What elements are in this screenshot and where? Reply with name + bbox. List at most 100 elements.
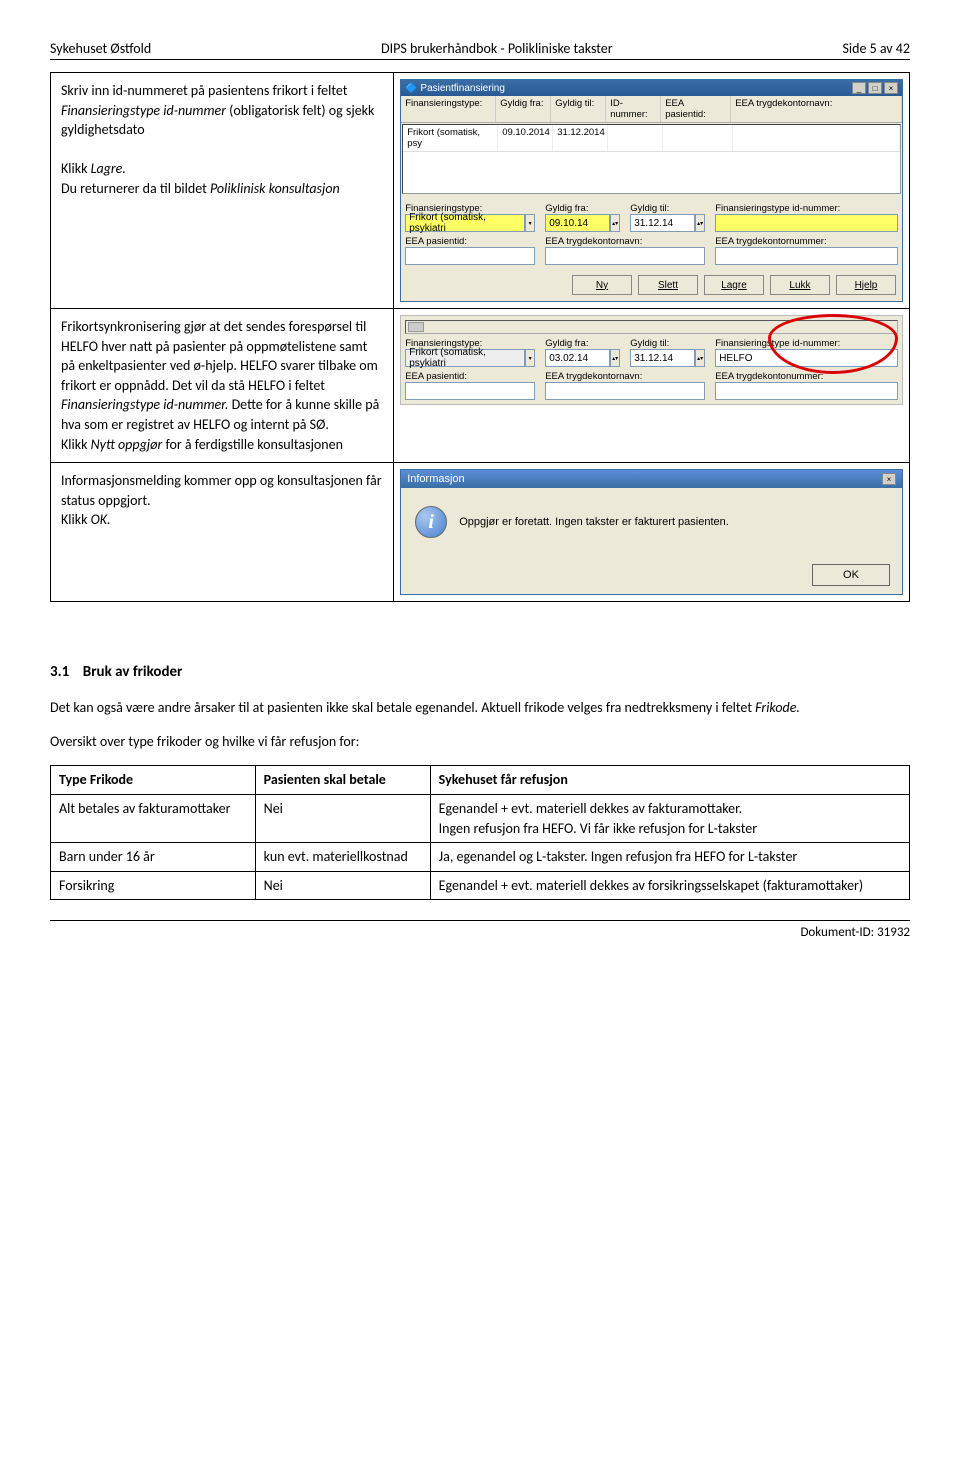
lagre-button[interactable]: Lagre: [704, 275, 764, 295]
input-finansieringstype[interactable]: Frikort (somatisk, psykiatri: [405, 214, 525, 232]
dropdown-icon[interactable]: ▾: [525, 349, 535, 367]
scrollbar-horizontal[interactable]: [405, 320, 898, 334]
col-header-refusjon: Sykehuset får refusjon: [430, 766, 909, 795]
text-italic: Nytt oppgjør: [91, 436, 163, 453]
input-eea-trygdekontornavn[interactable]: [545, 247, 705, 265]
label-eea-trygdekontornavn: EEA trygdekontornavn:: [545, 236, 705, 247]
screenshot-helfo-form: Finansieringstype: Frikort (somatisk, ps…: [400, 315, 903, 405]
section-paragraph-1: Det kan også være andre årsaker til at p…: [50, 698, 910, 718]
cell: Alt betales av fakturamottaker: [51, 794, 256, 842]
frikoder-table: Type Frikode Pasienten skal betale Sykeh…: [50, 765, 910, 900]
text-italic: Lagre.: [91, 160, 126, 177]
table-row: Alt betales av fakturamottaker Nei Egena…: [51, 794, 910, 842]
label-eea-pasientid: EEA pasientid:: [405, 236, 535, 247]
hjelp-button[interactable]: Hjelp: [836, 275, 896, 295]
header-right: Side 5 av 42: [842, 40, 910, 57]
text: for å ferdigstille konsultasjonen: [162, 436, 343, 453]
slett-button[interactable]: Slett: [638, 275, 698, 295]
cell: [663, 125, 733, 151]
label-eea-pasientid: EEA pasientid:: [405, 371, 535, 382]
cell: 31.12.2014: [553, 125, 608, 151]
grid-header: Finansieringstype: Gyldig fra: Gyldig ti…: [401, 96, 902, 123]
maximize-button[interactable]: □: [868, 82, 882, 94]
ok-button[interactable]: OK: [812, 564, 890, 586]
spinner-icon[interactable]: ▴▾: [610, 214, 620, 232]
col-header: Finansieringstype:: [401, 96, 496, 122]
cell: Ja, egenandel og L-takster. Ingen refusj…: [430, 843, 909, 872]
input-id-nummer[interactable]: HELFO: [715, 349, 898, 367]
text: Frikortsynkronisering gjør at det sendes…: [61, 318, 378, 394]
section-paragraph-2: Oversikt over type frikoder og hvilke vi…: [50, 732, 910, 752]
label-eea-trygdekontornavn: EEA trygdekontornavn:: [545, 371, 705, 382]
label-gyldig-til: Gyldig til:: [630, 203, 705, 214]
cell: Frikort (somatisk, psy: [403, 125, 498, 151]
window-title: Pasientfinansiering: [420, 83, 505, 94]
cell: kun evt. materiellkostnad: [255, 843, 430, 872]
instruction-row-2: Frikortsynkronisering gjør at det sendes…: [50, 309, 910, 463]
input-gyldig-til[interactable]: 31.12.14: [630, 214, 695, 232]
input-eea-trygdekontornavn[interactable]: [545, 382, 705, 400]
table-row: Forsikring Nei Egenandel + evt. materiel…: [51, 871, 910, 900]
section-heading: 3.1 Bruk av frikoder: [50, 662, 910, 683]
label-eea-trygdekontornummer: EEA trygdekontornummer:: [715, 236, 898, 247]
input-eea-pasientid[interactable]: [405, 247, 535, 265]
instruction-row-3: Informasjonsmelding kommer opp og konsul…: [50, 463, 910, 602]
cell: Nei: [255, 871, 430, 900]
label-gyldig-fra: Gyldig fra:: [545, 338, 620, 349]
header-left: Sykehuset Østfold: [50, 40, 151, 57]
label-gyldig-til: Gyldig til:: [630, 338, 705, 349]
spinner-icon[interactable]: ▴▾: [610, 349, 620, 367]
text: Klikk: [61, 511, 91, 528]
cell: [608, 125, 663, 151]
screenshot-pasientfinansiering-window: 🔷 Pasientfinansiering _ □ × Finansiering…: [400, 79, 903, 302]
label-id-nummer: Finansieringstype id-nummer:: [715, 203, 898, 214]
col-header-type: Type Frikode: [51, 766, 256, 795]
label-id-nummer: Finansieringstype id-nummer:: [715, 338, 898, 349]
close-button[interactable]: ×: [884, 82, 898, 94]
instruction-text-2: Frikortsynkronisering gjør at det sendes…: [51, 309, 394, 462]
page-footer: Dokument-ID: 31932: [50, 920, 910, 940]
input-eea-trygdekontornummer[interactable]: [715, 382, 898, 400]
cell: Nei: [255, 794, 430, 842]
input-id-nummer[interactable]: [715, 214, 898, 232]
spinner-icon[interactable]: ▴▾: [695, 214, 705, 232]
col-header-betale: Pasienten skal betale: [255, 766, 430, 795]
close-button[interactable]: ×: [882, 473, 896, 485]
label-eea-trygdekontornummer: EEA trygdekontonummer:: [715, 371, 898, 382]
text-italic: Poliklinisk konsultasjon: [210, 180, 340, 197]
text-italic: Finansieringstype id-nummer.: [61, 396, 228, 413]
table-header-row: Type Frikode Pasienten skal betale Sykeh…: [51, 766, 910, 795]
spinner-icon[interactable]: ▴▾: [695, 349, 705, 367]
ny-button[interactable]: Ny: [572, 275, 632, 295]
cell: 09.10.2014: [498, 125, 553, 151]
text-italic: OK.: [91, 511, 111, 528]
input-gyldig-til[interactable]: 31.12.14: [630, 349, 695, 367]
dialog-title: Informasjon: [407, 473, 464, 485]
page-header: Sykehuset Østfold DIPS brukerhåndbok - P…: [50, 40, 910, 60]
dialog-message: Oppgjør er foretatt. Ingen takster er fa…: [459, 516, 729, 528]
instruction-text-1: Skriv inn id-nummeret på pasientens frik…: [51, 73, 394, 308]
col-header: EEA pasientid:: [661, 96, 731, 122]
input-gyldig-fra[interactable]: 03.02.14: [545, 349, 610, 367]
info-icon: i: [415, 506, 447, 538]
cell: [733, 125, 900, 151]
grid-row[interactable]: Frikort (somatisk, psy 09.10.2014 31.12.…: [403, 125, 900, 152]
text: Skriv inn id-nummeret på pasientens frik…: [61, 82, 347, 99]
input-eea-pasientid[interactable]: [405, 382, 535, 400]
cell: Egenandel + evt. materiell dekkes av for…: [430, 871, 909, 900]
cell: Barn under 16 år: [51, 843, 256, 872]
input-finansieringstype[interactable]: Frikort (somatisk, psykiatri: [405, 349, 525, 367]
input-gyldig-fra[interactable]: 09.10.14: [545, 214, 610, 232]
instruction-row-1: Skriv inn id-nummeret på pasientens frik…: [50, 72, 910, 309]
minimize-button[interactable]: _: [852, 82, 866, 94]
section-3-1: 3.1 Bruk av frikoder Det kan også være a…: [50, 662, 910, 900]
document-id: Dokument-ID: 31932: [800, 925, 910, 940]
input-eea-trygdekontornummer[interactable]: [715, 247, 898, 265]
dropdown-icon[interactable]: ▾: [525, 214, 535, 232]
text: Du returnerer da til bildet: [61, 180, 210, 197]
grid-body: Frikort (somatisk, psy 09.10.2014 31.12.…: [402, 124, 901, 194]
dialog-titlebar: Informasjon ×: [401, 470, 902, 488]
info-dialog: Informasjon × i Oppgjør er foretatt. Ing…: [400, 469, 903, 595]
instruction-text-3: Informasjonsmelding kommer opp og konsul…: [51, 463, 394, 601]
lukk-button[interactable]: Lukk: [770, 275, 830, 295]
